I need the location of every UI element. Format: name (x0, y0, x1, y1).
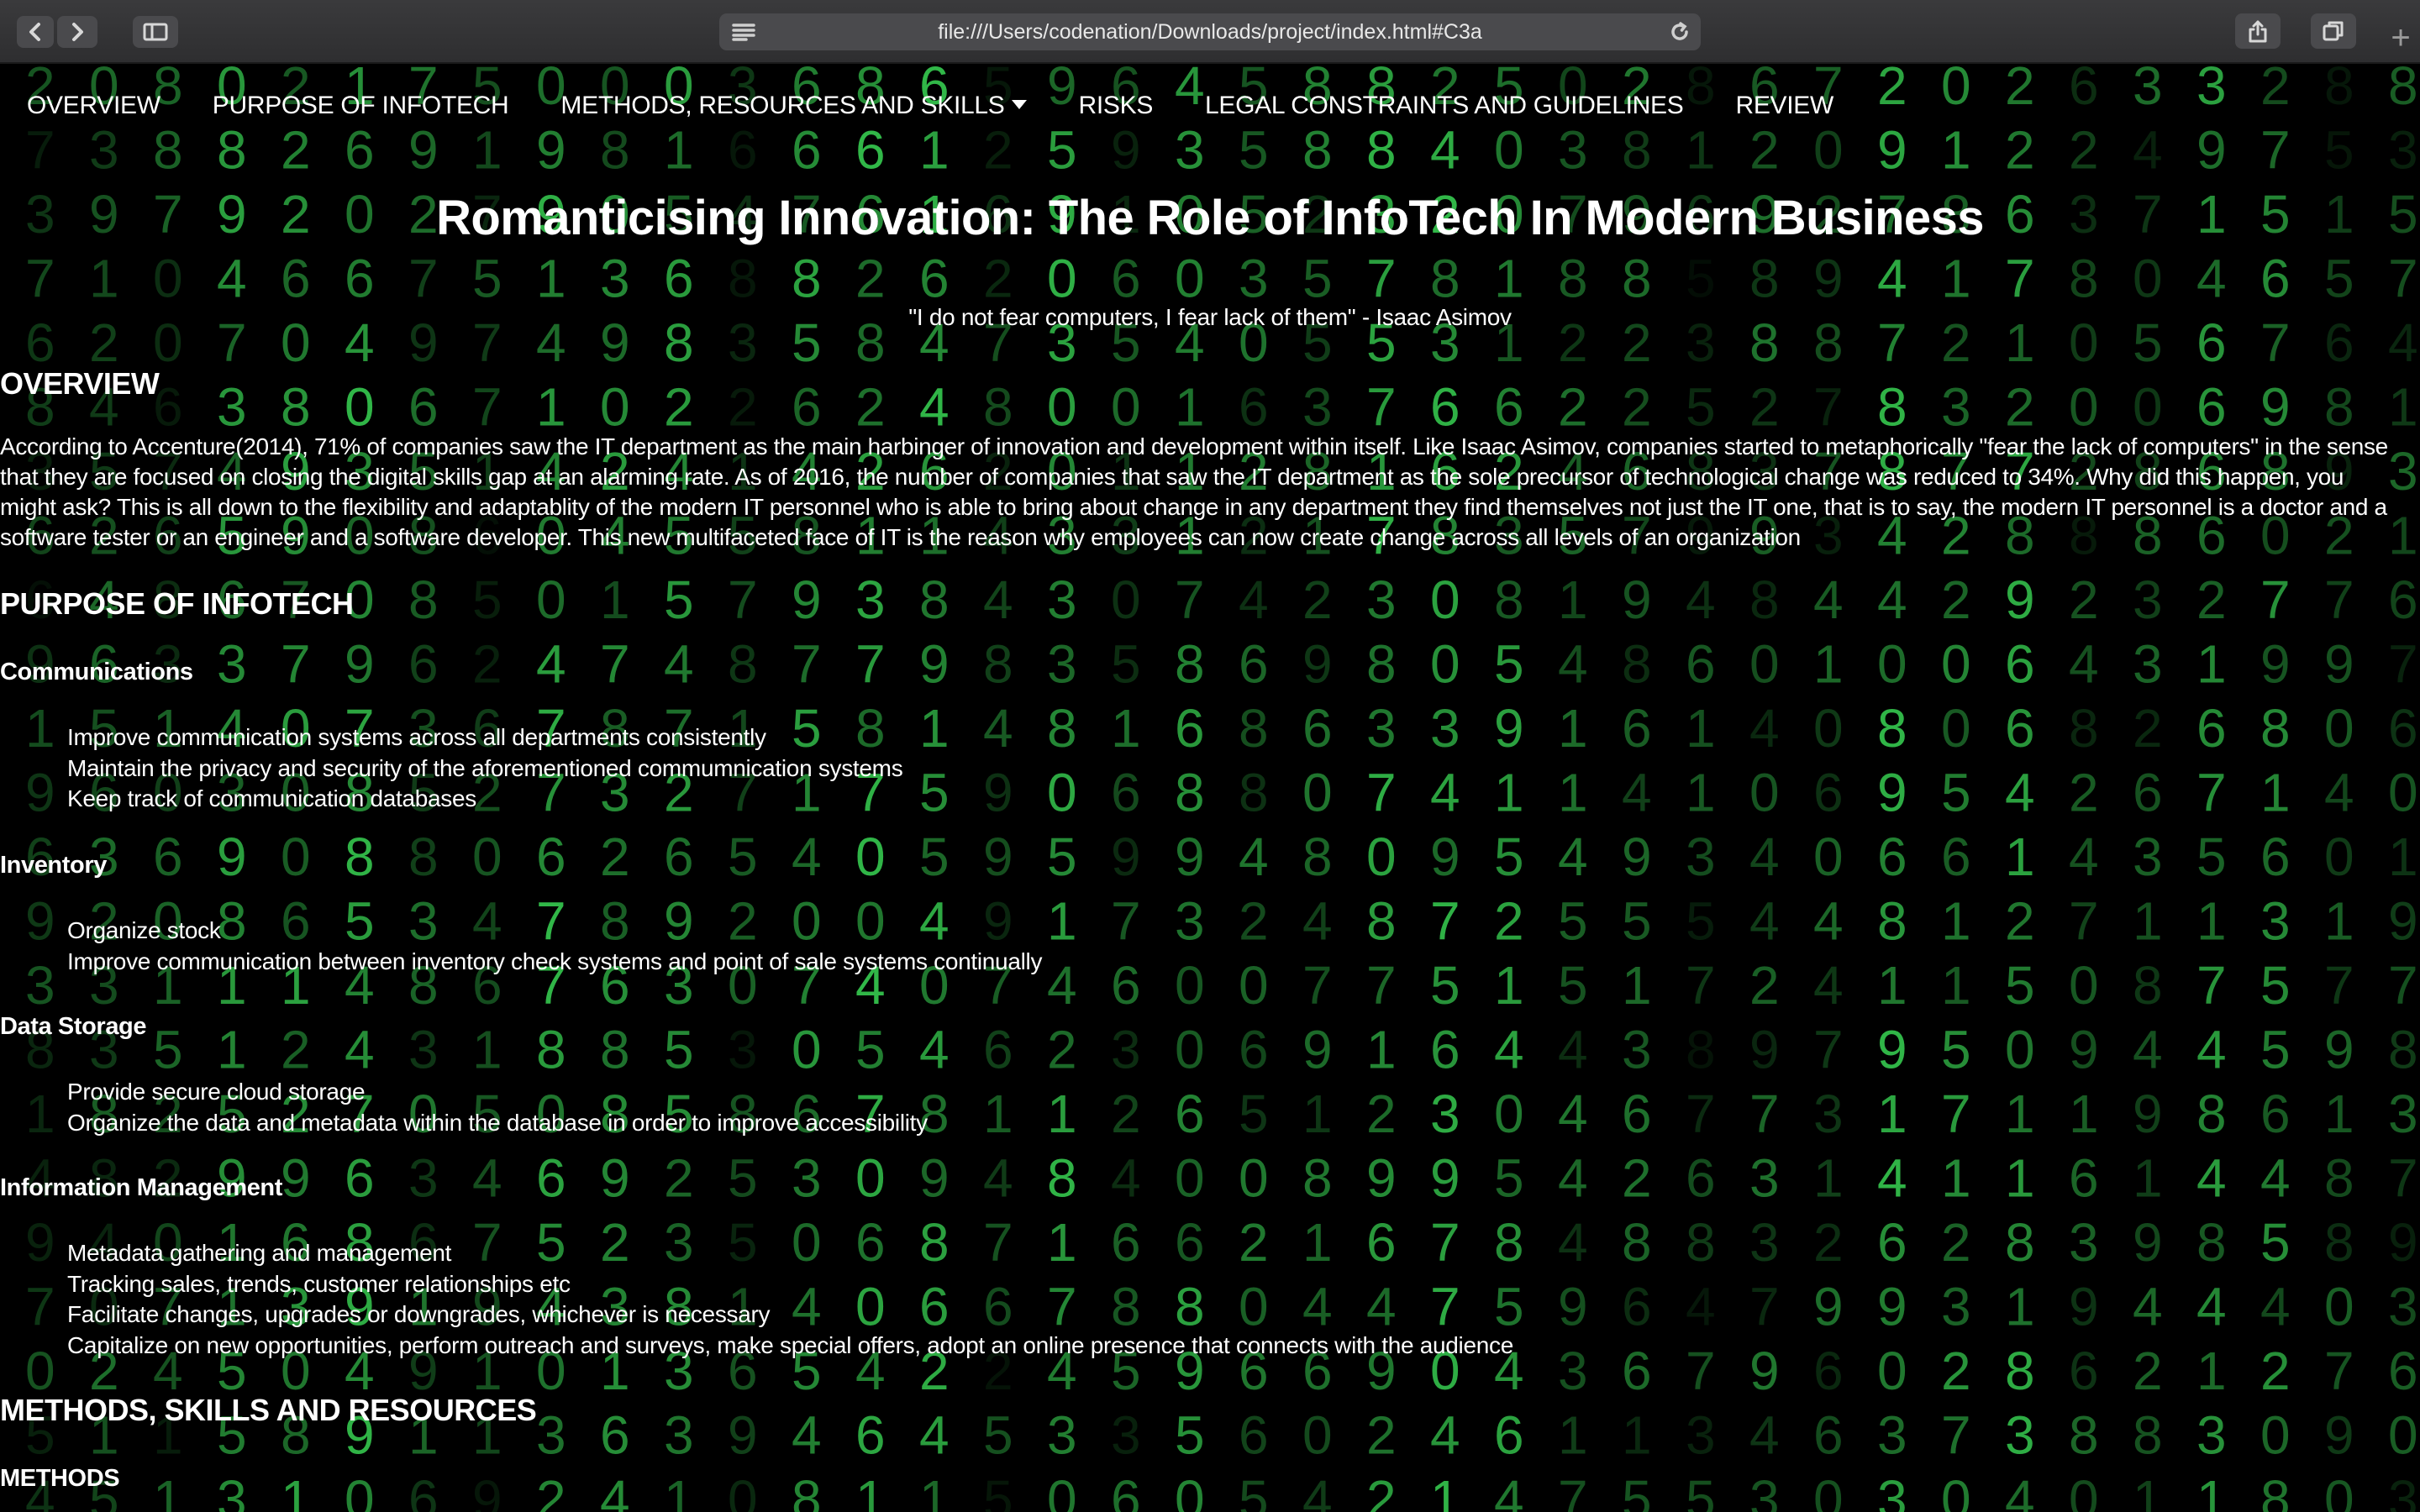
caret-down-icon (1011, 99, 1027, 109)
section-title-inventory: Inventory (0, 852, 107, 879)
list-item: Organize the data and metadata within th… (67, 1109, 928, 1136)
inventory-list: Organize stock Improve communication bet… (67, 916, 1042, 977)
list-item: Maintain the privacy and security of the… (67, 754, 903, 781)
page-title: Romanticising Innovation: The Role of In… (436, 191, 1984, 245)
list-item: Metadata gathering and management (67, 1240, 452, 1266)
nav-risks[interactable]: RISKS (1053, 87, 1180, 124)
methods-heading: METHODS, SKILLS AND RESOURCES (0, 1393, 537, 1427)
top-nav: OVERVIEW PURPOSE OF INFOTECH METHODS, RE… (0, 87, 1860, 124)
list-item: Facilitate changes, upgrades or downgrad… (67, 1301, 771, 1327)
list-item: Improve communication between inventory … (67, 948, 1043, 974)
tabs-button[interactable] (2311, 13, 2356, 49)
url-text[interactable]: file:///Users/codenation/Downloads/proje… (719, 13, 1701, 50)
purpose-heading: PURPOSE OF INFOTECH (0, 586, 354, 621)
page-quote: "I do not fear computers, I fear lack of… (908, 304, 1512, 330)
list-item: Provide secure cloud storage (67, 1079, 366, 1105)
overview-paragraph: According to Accenture(2014), 71% of com… (0, 433, 2388, 550)
forward-button[interactable] (57, 16, 97, 48)
list-item: Capitalize on new opportunities, perform… (67, 1331, 1513, 1358)
data-storage-list: Provide secure cloud storage Organize th… (67, 1077, 928, 1138)
page-viewport: 2737683669196938149705403912452465632338… (0, 64, 2420, 1512)
nav-purpose[interactable]: PURPOSE OF INFOTECH (187, 87, 535, 124)
list-item: Improve communication systems across all… (67, 724, 766, 750)
chevron-right-icon (72, 23, 83, 41)
share-icon (2249, 20, 2267, 43)
nav-review[interactable]: REVIEW (1709, 87, 1860, 124)
nav-methods-label: METHODS, RESOURCES AND SKILLS (560, 92, 1005, 119)
chevron-left-icon (29, 23, 40, 41)
new-tab-button[interactable]: + (2381, 13, 2420, 62)
section-title-information-management: Information Management (0, 1174, 282, 1201)
list-item: Keep track of communication databases (67, 785, 476, 811)
nav-overview[interactable]: OVERVIEW (0, 87, 187, 124)
tabs-icon (2323, 21, 2344, 41)
back-button[interactable] (17, 16, 54, 48)
share-button[interactable] (2235, 13, 2281, 49)
sidebar-button[interactable] (133, 16, 178, 48)
page-content: OVERVIEW PURPOSE OF INFOTECH METHODS, RE… (0, 64, 2420, 1512)
reload-icon[interactable] (1669, 13, 1691, 50)
nav-legal[interactable]: LEGAL CONSTRAINTS AND GUIDELINES (1179, 87, 1709, 124)
communications-list: Improve communication systems across all… (67, 722, 903, 815)
list-item: Organize stock (67, 917, 221, 943)
overview-heading: OVERVIEW (0, 366, 160, 401)
methods-subheading: METHODS (0, 1465, 120, 1492)
list-item: Tracking sales, trends, customer relatio… (67, 1270, 571, 1297)
browser-toolbar: file:///Users/codenation/Downloads/proje… (0, 0, 2420, 64)
information-management-list: Metadata gathering and management Tracki… (67, 1238, 1513, 1361)
section-title-data-storage: Data Storage (0, 1013, 147, 1040)
address-bar[interactable]: file:///Users/codenation/Downloads/proje… (719, 13, 1701, 50)
section-title-communications: Communications (0, 659, 193, 685)
sidebar-icon (143, 23, 168, 41)
nav-methods-dropdown[interactable]: METHODS, RESOURCES AND SKILLS (534, 87, 1052, 124)
